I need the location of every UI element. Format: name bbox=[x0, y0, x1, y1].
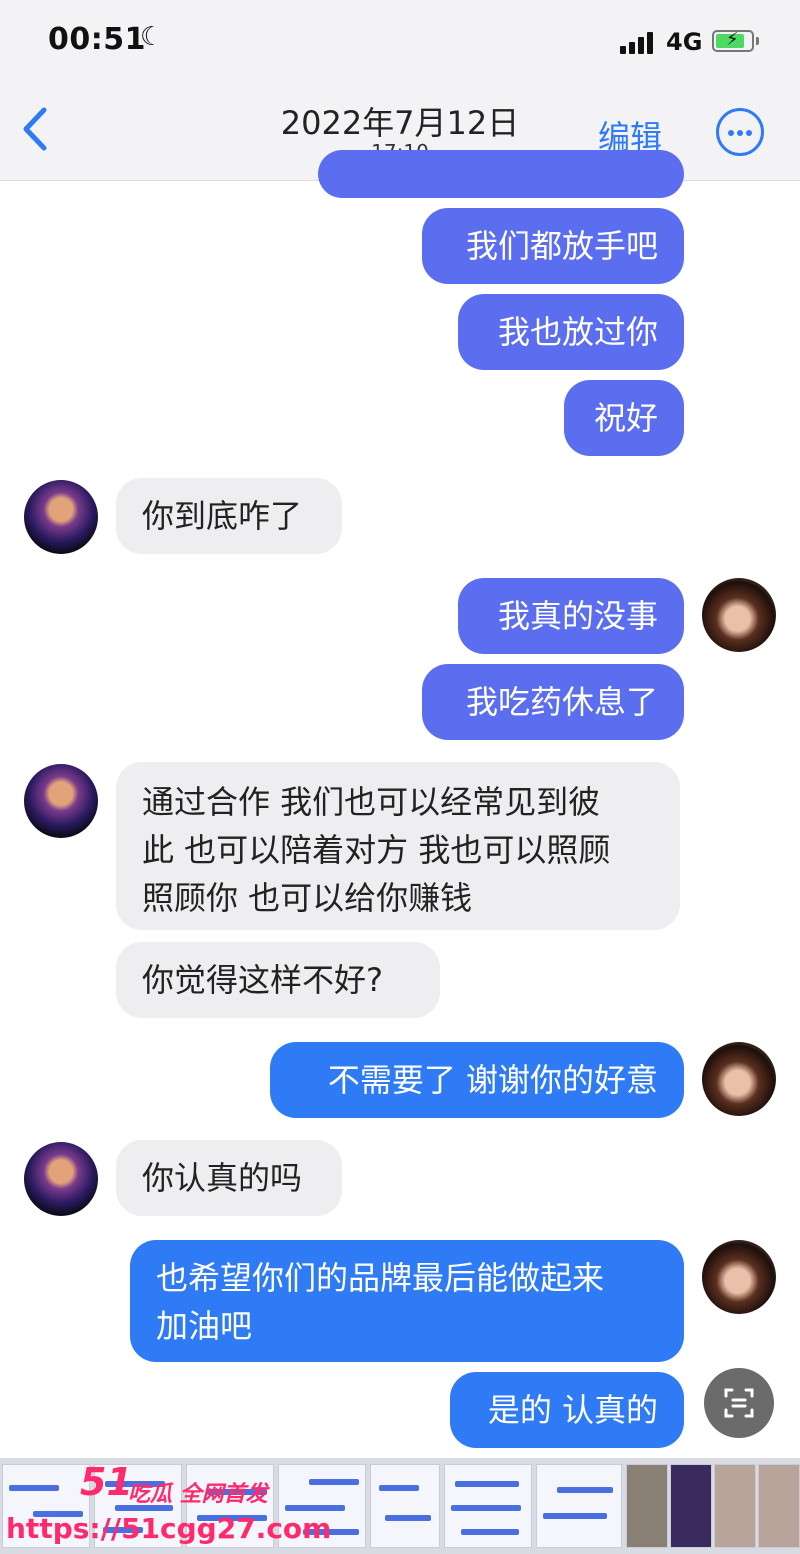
network-label: 4G bbox=[666, 28, 703, 56]
thumbnail-photo bbox=[714, 1464, 756, 1548]
user-avatar[interactable] bbox=[702, 578, 776, 652]
watermark-url: https://51cgg27.com bbox=[6, 1512, 332, 1545]
message-bubble-outgoing: 不需要了 谢谢你的好意 bbox=[270, 1042, 684, 1118]
contact-avatar[interactable] bbox=[24, 480, 98, 554]
message-bubble-partial bbox=[318, 150, 684, 198]
thumbnail-photo bbox=[626, 1464, 668, 1548]
message-bubble-outgoing: 我也放过你 bbox=[458, 294, 684, 370]
moon-icon: ☾ bbox=[140, 22, 164, 52]
status-time: 00:51 bbox=[48, 22, 146, 57]
contact-avatar[interactable] bbox=[24, 1142, 98, 1216]
thumbnail-photo bbox=[758, 1464, 800, 1548]
message-bubble-incoming: 你到底咋了 bbox=[116, 478, 342, 554]
battery-tip bbox=[756, 37, 759, 45]
message-bubble-outgoing: 我们都放手吧 bbox=[422, 208, 684, 284]
message-line: 照顾你 也可以给你赚钱 bbox=[142, 879, 473, 917]
message-bubble-outgoing: 也希望你们的品牌最后能做起来 加油吧 bbox=[130, 1240, 684, 1362]
battery-icon: ⚡ bbox=[712, 29, 754, 52]
contact-avatar[interactable] bbox=[24, 764, 98, 838]
message-bubble-outgoing: 祝好 bbox=[564, 380, 684, 456]
thumbnail bbox=[370, 1464, 440, 1548]
user-avatar[interactable] bbox=[702, 1042, 776, 1116]
signal-icon bbox=[620, 32, 660, 54]
watermark-tagline: 吃瓜 全网首发 bbox=[128, 1482, 268, 1507]
status-bar: 00:51 ☾ 4G ⚡ bbox=[0, 0, 800, 86]
message-bubble-incoming: 通过合作 我们也可以经常见到彼 此 也可以陪着对方 我也可以照顾 照顾你 也可以… bbox=[116, 762, 680, 930]
message-bubble-incoming: 你觉得这样不好? bbox=[116, 942, 440, 1018]
message-bubble-outgoing: 我吃药休息了 bbox=[422, 664, 684, 740]
scan-text-icon[interactable] bbox=[704, 1368, 774, 1438]
thumbnail bbox=[536, 1464, 622, 1548]
thumbnail-photo bbox=[670, 1464, 712, 1548]
message-line: 也希望你们的品牌最后能做起来 bbox=[156, 1259, 605, 1297]
message-line: 此 也可以陪着对方 我也可以照顾 bbox=[142, 831, 611, 869]
message-bubble-outgoing: 是的 认真的 bbox=[450, 1372, 684, 1448]
thumbnail bbox=[444, 1464, 532, 1548]
thumbnail-strip: 51 吃瓜 全网首发 https://51cgg27.com bbox=[0, 1458, 800, 1554]
user-avatar[interactable] bbox=[702, 1240, 776, 1314]
message-line: 通过合作 我们也可以经常见到彼 bbox=[142, 783, 601, 821]
message-bubble-outgoing: 我真的没事 bbox=[458, 578, 684, 654]
message-bubble-incoming: 你认真的吗 bbox=[116, 1140, 342, 1216]
more-options-icon[interactable] bbox=[716, 108, 764, 156]
watermark-brand: 51 bbox=[80, 1460, 133, 1504]
conversation-date: 2022年7月12日 bbox=[280, 104, 520, 142]
message-line: 加油吧 bbox=[156, 1307, 253, 1345]
